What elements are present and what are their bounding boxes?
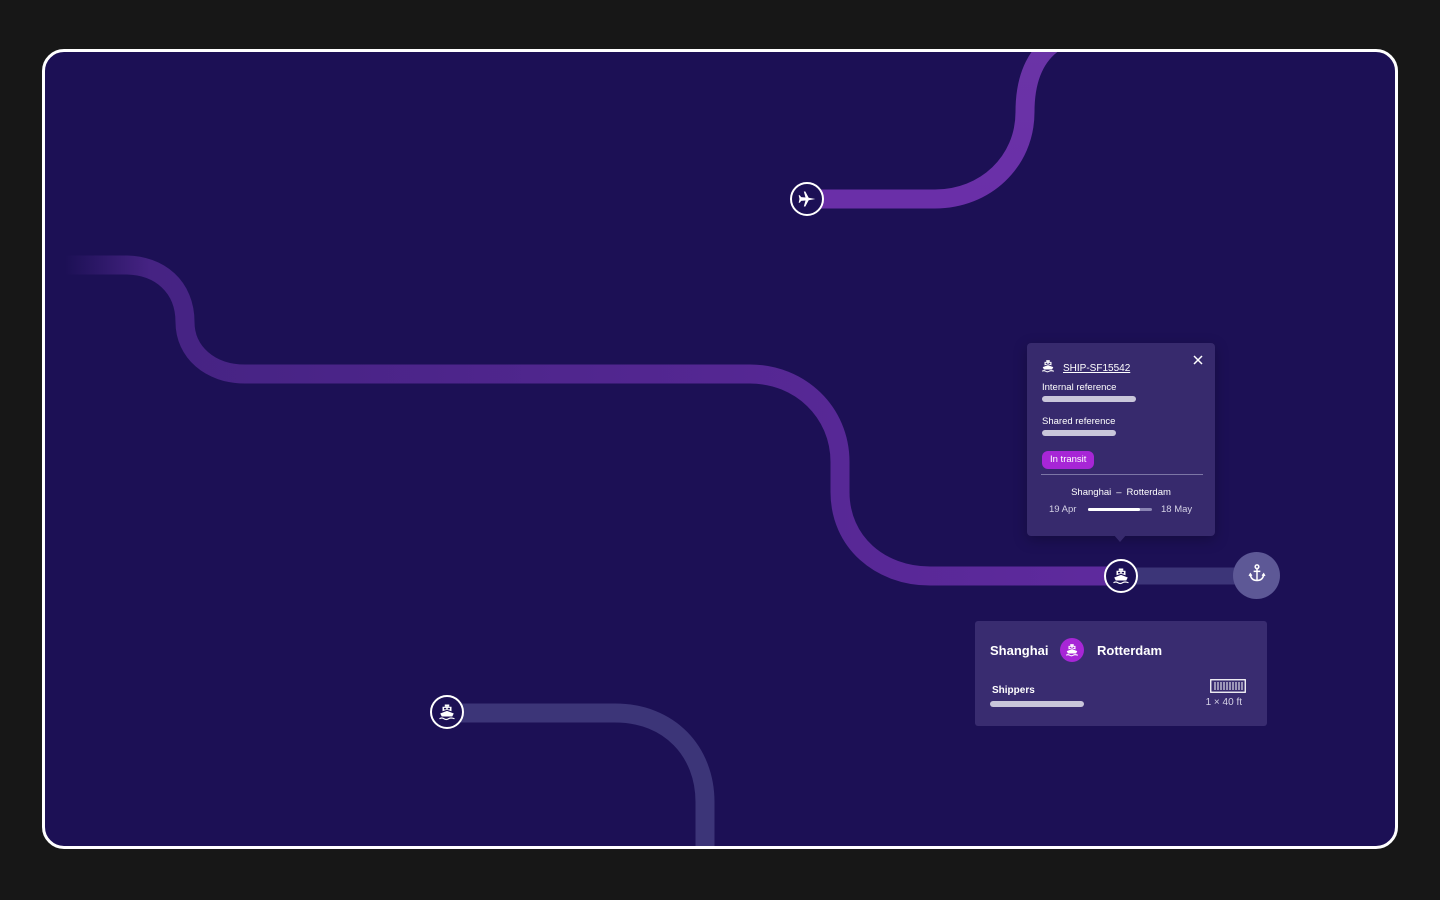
close-icon[interactable] (1191, 353, 1205, 367)
shipment-id-link[interactable]: SHIP-SF15542 (1063, 363, 1130, 374)
ship-marker-selected[interactable] (1104, 559, 1138, 593)
shared-reference-placeholder (1042, 430, 1116, 436)
route-separator: – (1116, 487, 1122, 498)
ship-icon (1041, 359, 1055, 378)
shippers-placeholder (990, 701, 1084, 707)
tooltip-header: SHIP-SF15542 (1041, 359, 1130, 378)
tooltip-route: Shanghai – Rotterdam (1027, 487, 1215, 498)
map-canvas[interactable]: SHIP-SF15542 Internal reference Shared r… (42, 49, 1398, 849)
shippers-label: Shippers (992, 685, 1035, 696)
container-icon (1210, 679, 1246, 698)
plane-marker[interactable] (790, 182, 824, 216)
route-top-active (807, 52, 1058, 209)
departure-date: 19 Apr (1049, 504, 1077, 515)
shared-reference-label: Shared reference (1042, 416, 1116, 427)
ship-icon (1060, 638, 1084, 662)
shipment-tooltip: SHIP-SF15542 Internal reference Shared r… (1027, 343, 1215, 536)
status-badge: In transit (1042, 451, 1095, 469)
tooltip-divider (1041, 474, 1203, 475)
route-origin: Shanghai (1071, 487, 1112, 498)
tooltip-pointer (1113, 534, 1127, 542)
route-destination: Rotterdam (1126, 487, 1171, 498)
route-middle-active (65, 255, 1121, 586)
plane-icon (797, 189, 817, 209)
ship-marker[interactable] (430, 695, 464, 729)
internal-reference-placeholder (1042, 396, 1136, 402)
route-bottom-inactive (447, 703, 715, 846)
card-destination: Rotterdam (1097, 643, 1163, 658)
transit-progress-bar (1088, 508, 1152, 511)
ship-icon (1112, 567, 1130, 585)
anchor-icon (1247, 563, 1267, 588)
arrival-date: 18 May (1161, 504, 1193, 515)
shipment-card[interactable]: Shanghai Rotterdam Shippers 1 × 40 ft (975, 621, 1267, 726)
card-origin: Shanghai (990, 643, 1049, 658)
container-count: 1 × 40 ft (1205, 697, 1242, 708)
anchor-marker[interactable] (1233, 552, 1280, 599)
ship-icon (438, 703, 456, 721)
internal-reference-label: Internal reference (1042, 382, 1117, 393)
transit-progress-fill (1088, 508, 1141, 511)
